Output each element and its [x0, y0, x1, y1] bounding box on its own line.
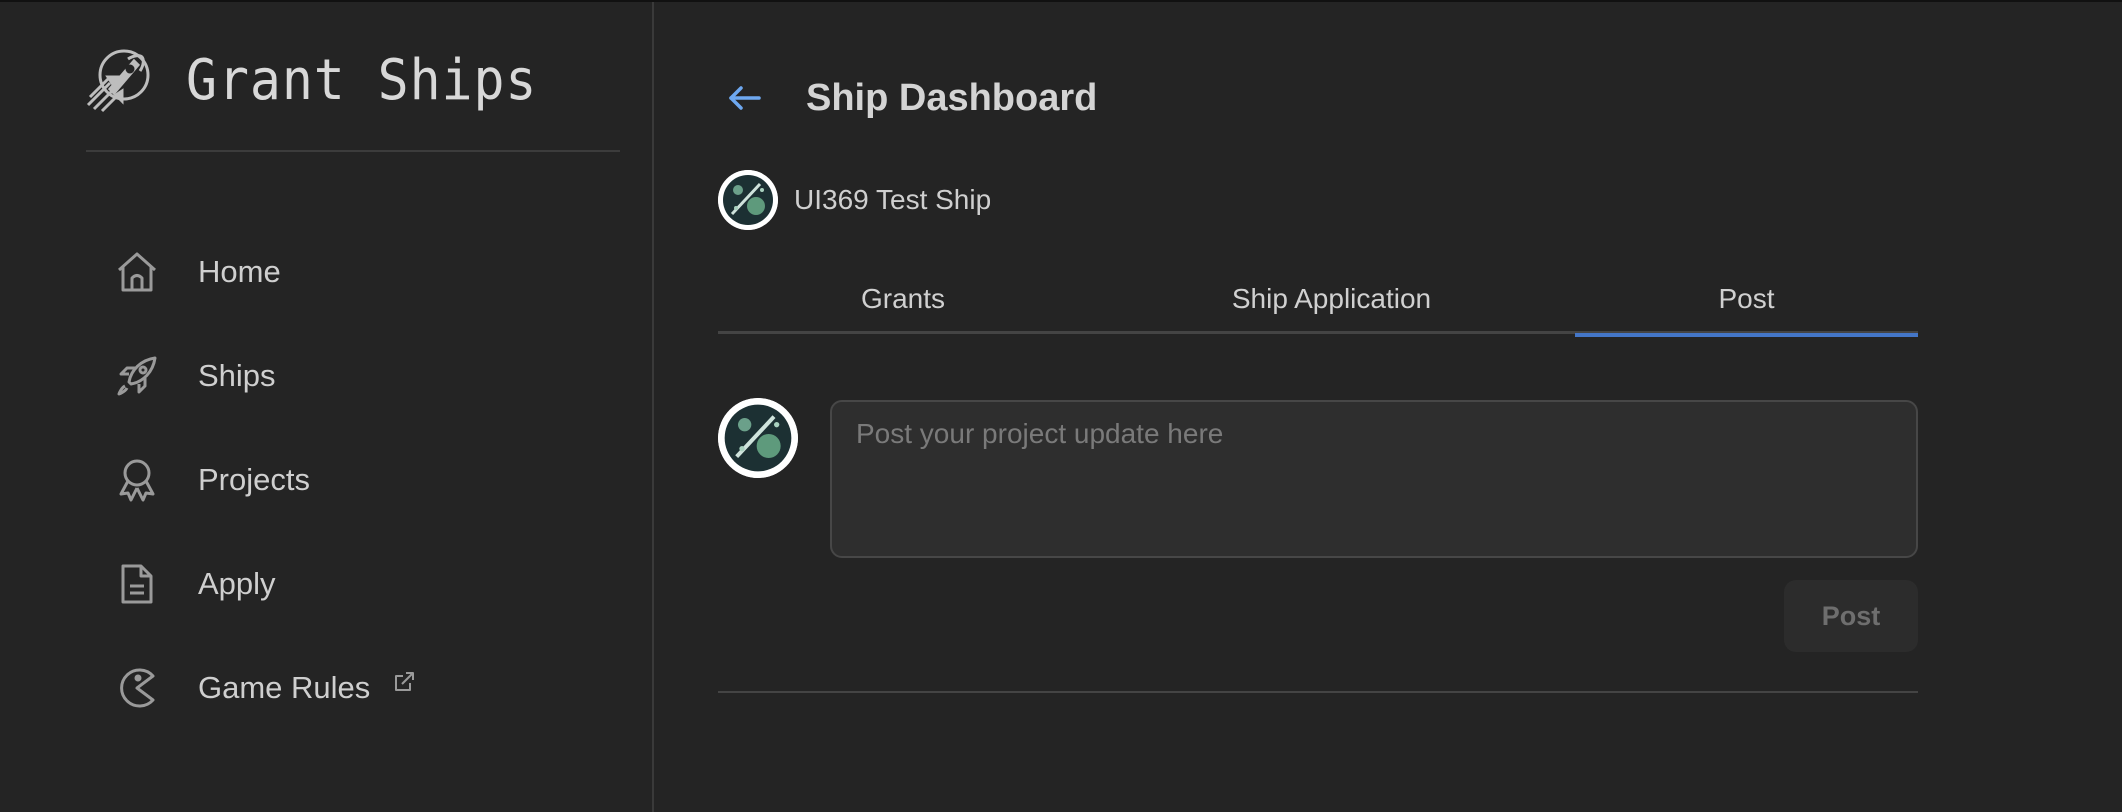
main-content: Ship Dashboard UI369 Test Ship Grants Sh… — [718, 2, 1918, 812]
page-title: Ship Dashboard — [806, 76, 1098, 119]
ship-identity: UI369 Test Ship — [718, 170, 991, 230]
content-divider — [718, 691, 1918, 693]
sidebar-item-apply[interactable]: Apply — [112, 532, 612, 636]
external-link-icon — [392, 670, 416, 694]
award-icon — [112, 455, 162, 505]
page-header: Ship Dashboard — [718, 70, 1097, 126]
sidebar-item-label: Home — [198, 254, 281, 289]
sidebar-item-projects[interactable]: Projects — [112, 428, 612, 532]
home-icon — [112, 247, 162, 297]
sidebar-item-label: Ships — [198, 358, 276, 393]
sidebar-item-label: Game Rules — [198, 670, 371, 705]
app-root: Grant Ships Home Ships Projects Apply Ga… — [0, 0, 2122, 812]
sidebar-item-home[interactable]: Home — [112, 220, 612, 324]
ship-name: UI369 Test Ship — [794, 184, 992, 215]
brand-name: Grant Ships — [186, 47, 538, 113]
sidebar-item-ships[interactable]: Ships — [112, 324, 612, 428]
ship-avatar — [718, 170, 778, 230]
dashboard-tabs: Grants Ship Application Post — [718, 264, 1918, 337]
rocket-icon — [112, 351, 162, 401]
sidebar-item-label: Apply — [198, 566, 276, 601]
sidebar: Grant Ships Home Ships Projects Apply Ga… — [0, 2, 654, 812]
rocket-logo-icon — [86, 47, 152, 113]
file-text-icon — [112, 559, 162, 609]
composer-avatar — [718, 398, 798, 478]
post-button[interactable]: Post — [1784, 580, 1918, 652]
back-arrow-icon[interactable] — [718, 71, 772, 125]
sidebar-item-game-rules[interactable]: Game Rules — [112, 636, 612, 740]
tab-grants[interactable]: Grants — [718, 264, 1088, 334]
sidebar-nav: Home Ships Projects Apply Game Rules — [112, 220, 612, 740]
tab-ship-application[interactable]: Ship Application — [1088, 264, 1575, 334]
post-update-input[interactable] — [830, 400, 1918, 558]
brand[interactable]: Grant Ships — [86, 42, 568, 118]
sidebar-item-label: Projects — [198, 462, 310, 497]
pacman-icon — [112, 663, 162, 713]
tab-post[interactable]: Post — [1575, 264, 1918, 337]
sidebar-divider — [86, 150, 620, 152]
